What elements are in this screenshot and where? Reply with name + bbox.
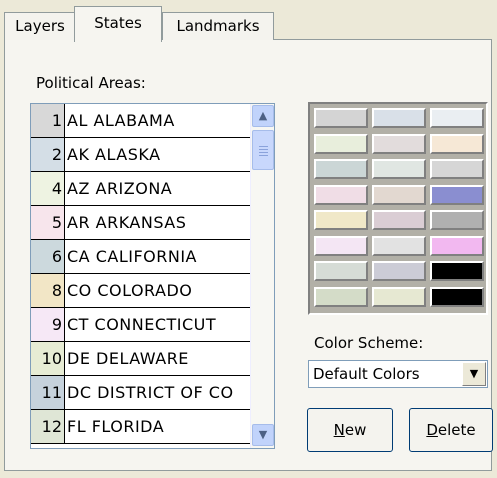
color-swatch[interactable] xyxy=(314,108,368,128)
chevron-down-icon: ▼ xyxy=(258,428,268,441)
vertical-scrollbar[interactable]: ▲ ▼ xyxy=(250,104,274,448)
button-mnemonic: D xyxy=(426,421,438,439)
button-mnemonic: N xyxy=(333,421,345,439)
tab-landmarks[interactable]: Landmarks xyxy=(162,12,274,40)
grip-line xyxy=(259,155,268,156)
grip-line xyxy=(259,146,268,147)
color-swatch[interactable] xyxy=(314,235,368,256)
color-swatch[interactable] xyxy=(430,261,484,281)
state-name: DC DISTRICT OF CO xyxy=(67,383,234,402)
color-swatch-grid xyxy=(308,102,488,315)
state-name: AL ALABAMA xyxy=(67,111,175,130)
state-name: FL FLORIDA xyxy=(67,417,165,436)
color-swatch[interactable] xyxy=(372,261,426,281)
color-swatch[interactable] xyxy=(430,210,484,230)
color-swatch[interactable] xyxy=(430,133,484,154)
list-item[interactable]: 4 AZ ARIZONA xyxy=(31,172,251,206)
color-swatch[interactable] xyxy=(430,159,484,179)
tab-layers[interactable]: Layers xyxy=(4,12,76,40)
state-number: 11 xyxy=(31,376,65,409)
state-number: 4 xyxy=(31,172,65,205)
color-swatch[interactable] xyxy=(372,133,426,154)
color-swatch[interactable] xyxy=(314,133,368,154)
tab-label: Layers xyxy=(15,17,65,35)
dropdown-arrow-button[interactable]: ▼ xyxy=(462,362,486,386)
list-item[interactable]: 12 FL FLORIDA xyxy=(31,410,251,444)
color-swatch[interactable] xyxy=(430,286,484,307)
button-label-rest: ew xyxy=(344,421,367,439)
list-item[interactable]: 6 CA CALIFORNIA xyxy=(31,240,251,274)
political-areas-label: Political Areas: xyxy=(36,74,146,92)
state-number: 5 xyxy=(31,206,65,239)
color-swatch[interactable] xyxy=(372,159,426,179)
grip-line xyxy=(259,149,268,150)
color-swatch[interactable] xyxy=(314,159,368,179)
color-scheme-label: Color Scheme: xyxy=(314,334,424,352)
state-number: 6 xyxy=(31,240,65,273)
color-scheme-select[interactable]: Default Colors ▼ xyxy=(308,360,488,388)
color-swatch[interactable] xyxy=(430,235,484,256)
state-number: 1 xyxy=(31,104,65,137)
chevron-down-icon: ▼ xyxy=(469,367,479,380)
color-swatch[interactable] xyxy=(372,286,426,307)
color-swatch[interactable] xyxy=(372,235,426,256)
delete-button[interactable]: Delete xyxy=(409,408,493,452)
list-item[interactable]: 9 CT CONNECTICUT xyxy=(31,308,251,342)
state-name: CO COLORADO xyxy=(67,281,193,300)
states-list[interactable]: 1 AL ALABAMA 2 AK ALASKA 4 AZ ARIZONA 5 AR ARKA… xyxy=(30,103,275,449)
state-number: 2 xyxy=(31,138,65,171)
state-name: CT CONNECTICUT xyxy=(67,315,217,334)
list-item[interactable]: 2 AK ALASKA xyxy=(31,138,251,172)
state-number: 8 xyxy=(31,274,65,307)
state-name: AZ ARIZONA xyxy=(67,179,173,198)
new-button[interactable]: New xyxy=(307,408,393,452)
color-swatch[interactable] xyxy=(372,210,426,230)
state-number: 10 xyxy=(31,342,65,375)
state-name: DE DELAWARE xyxy=(67,349,189,368)
state-name: CA CALIFORNIA xyxy=(67,247,197,266)
state-name: AK ALASKA xyxy=(67,145,161,164)
color-swatch[interactable] xyxy=(314,210,368,230)
color-scheme-value: Default Colors xyxy=(313,365,420,383)
scroll-up-button[interactable]: ▲ xyxy=(252,105,274,127)
color-swatch[interactable] xyxy=(430,184,484,205)
grip-line xyxy=(259,152,268,153)
tab-label: Landmarks xyxy=(176,17,260,35)
color-swatch[interactable] xyxy=(314,261,368,281)
scroll-down-button[interactable]: ▼ xyxy=(252,424,274,446)
color-swatch[interactable] xyxy=(314,286,368,307)
color-swatch[interactable] xyxy=(372,184,426,205)
scroll-thumb[interactable] xyxy=(252,130,274,170)
list-item[interactable]: 11 DC DISTRICT OF CO xyxy=(31,376,251,410)
state-number: 9 xyxy=(31,308,65,341)
state-name: AR ARKANSAS xyxy=(67,213,187,232)
button-label-rest: elete xyxy=(437,421,476,439)
color-swatch[interactable] xyxy=(314,184,368,205)
tab-label: States xyxy=(94,14,142,32)
list-item[interactable]: 10 DE DELAWARE xyxy=(31,342,251,376)
list-item[interactable]: 1 AL ALABAMA xyxy=(31,104,251,138)
chevron-up-icon: ▲ xyxy=(258,109,268,122)
tab-states[interactable]: States xyxy=(74,6,162,42)
state-number: 12 xyxy=(31,410,65,443)
list-item[interactable]: 5 AR ARKANSAS xyxy=(31,206,251,240)
color-swatch[interactable] xyxy=(430,108,484,128)
list-item[interactable]: 8 CO COLORADO xyxy=(31,274,251,308)
color-swatch[interactable] xyxy=(372,108,426,128)
